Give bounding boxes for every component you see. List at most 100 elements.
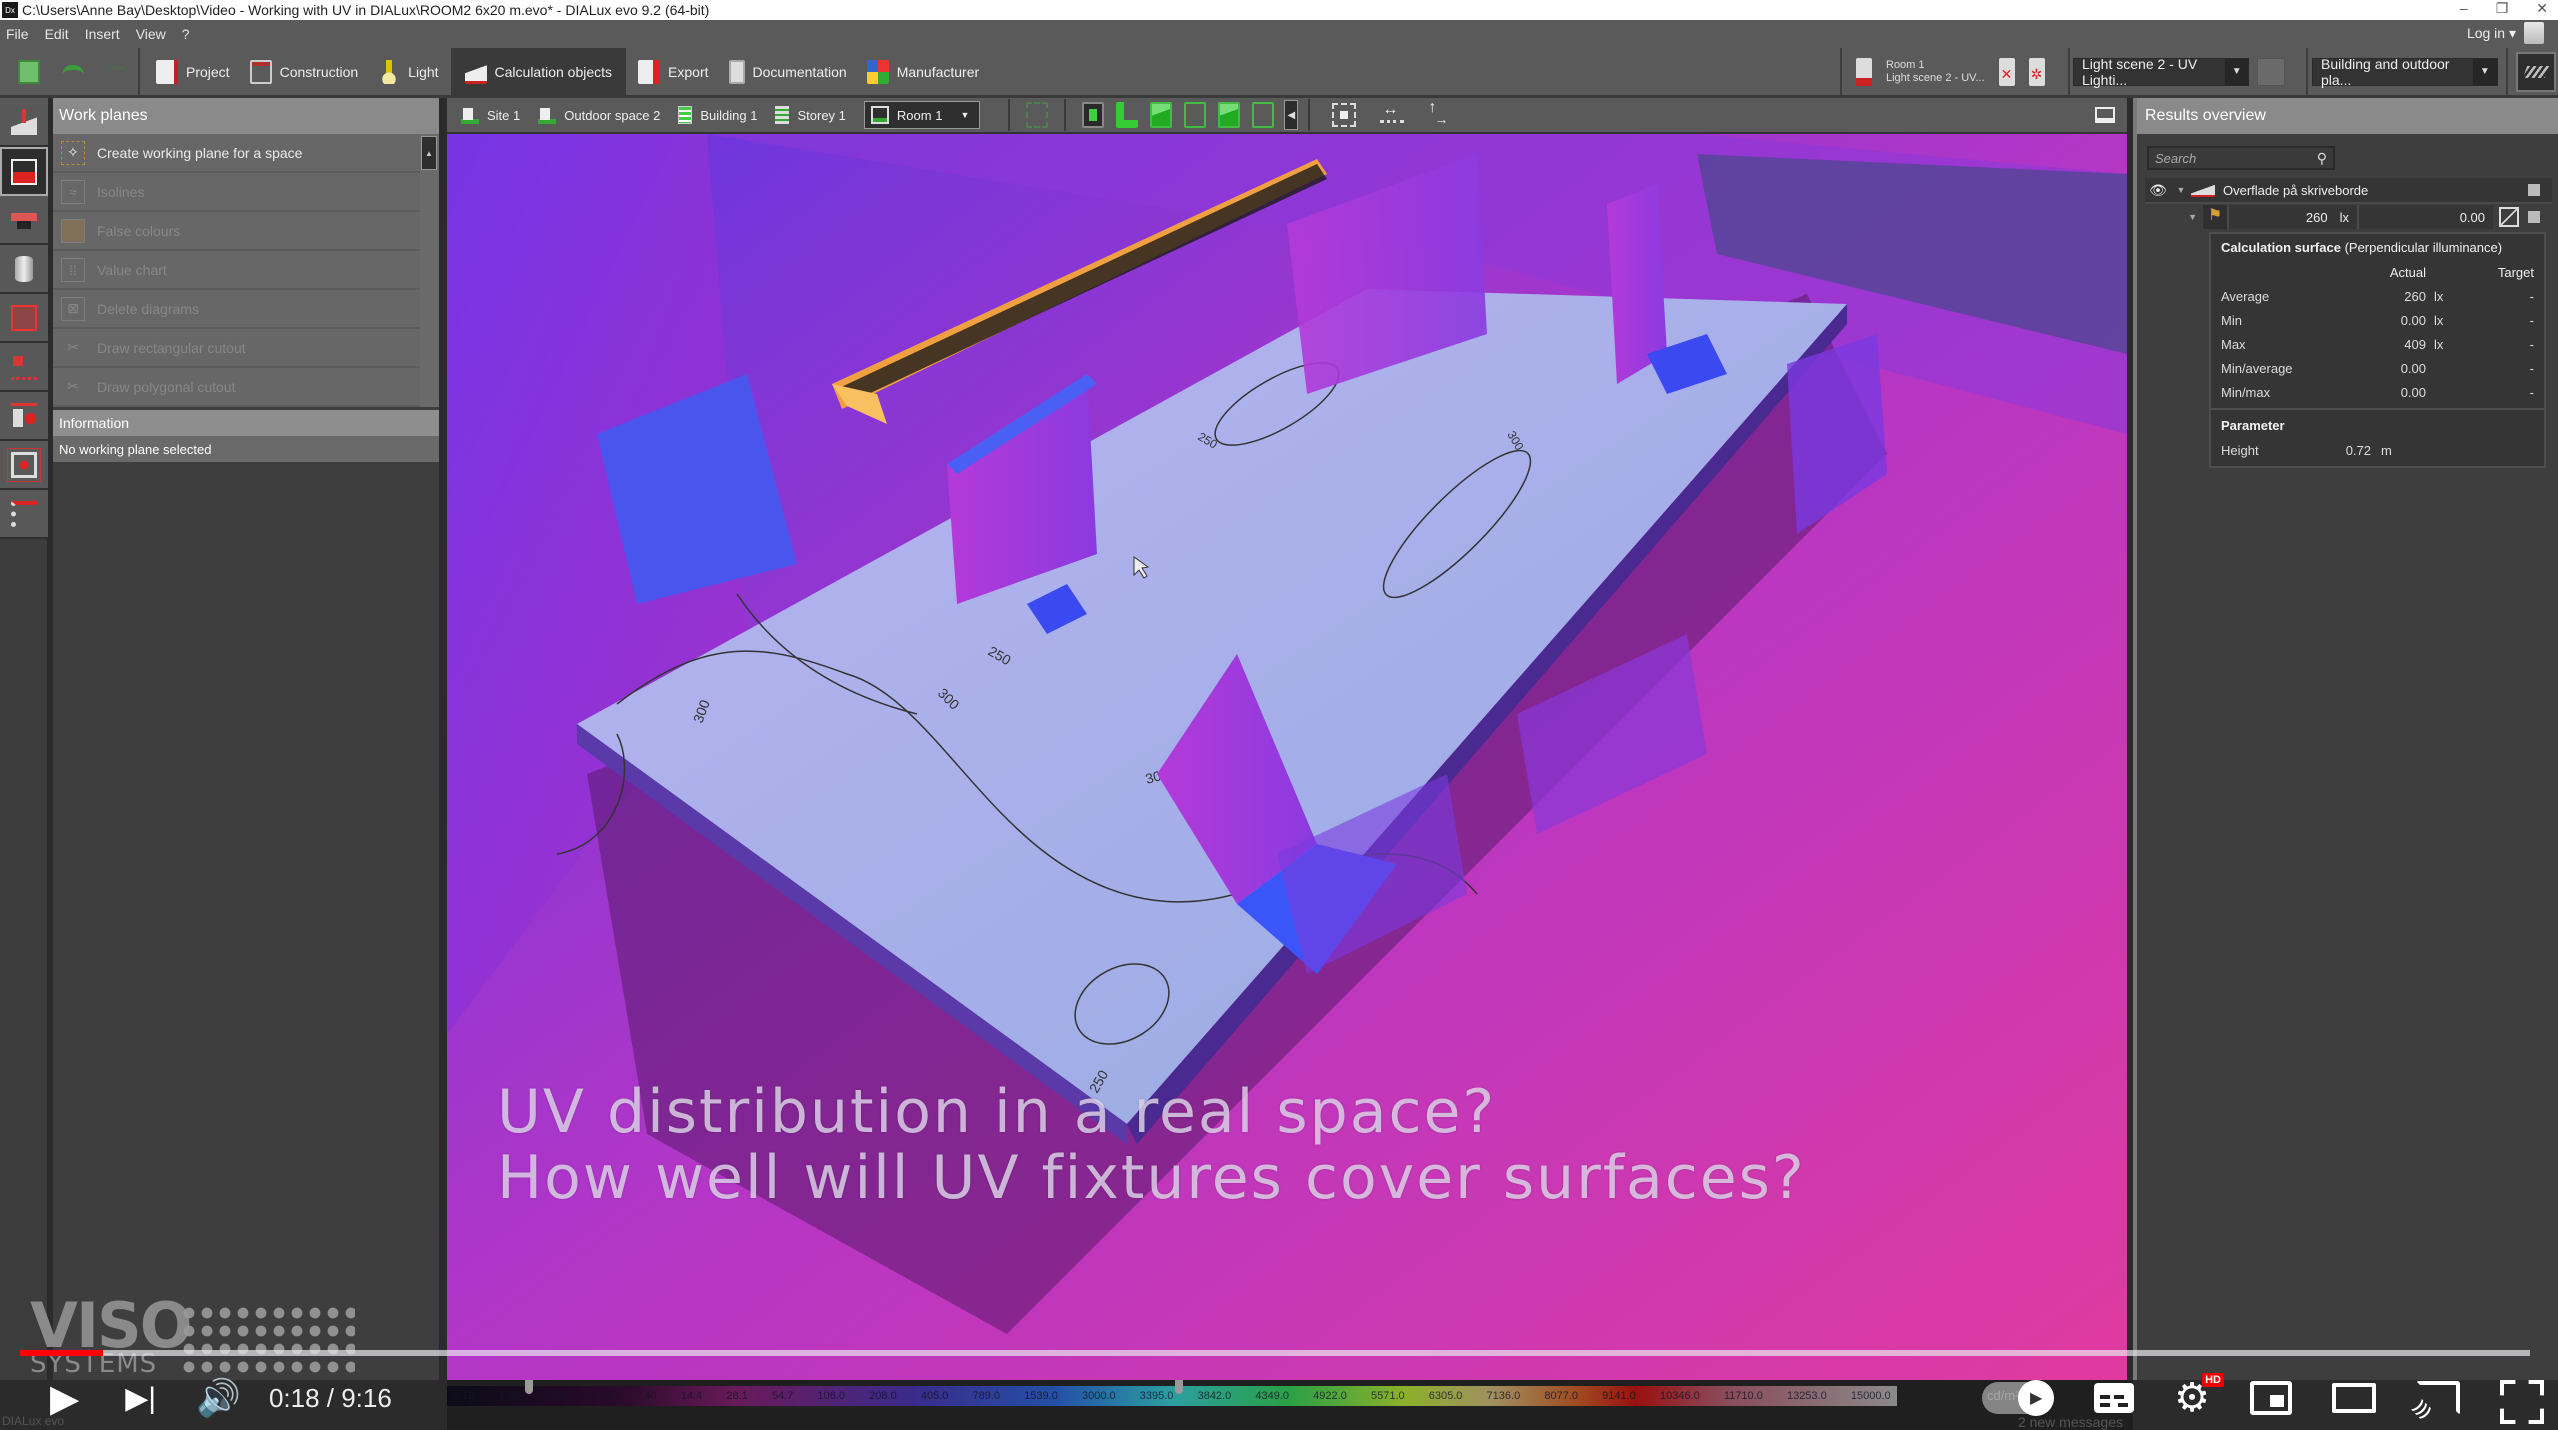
minimize-button[interactable]: – [2460, 0, 2468, 17]
view-3d-icon[interactable] [1082, 102, 1105, 128]
view-back-icon[interactable] [1252, 102, 1275, 128]
action-draw-rectangular-cutout[interactable]: ✂ Draw rectangular cutout [53, 329, 420, 368]
tab-project[interactable]: Project [148, 48, 238, 95]
display-mode-icon[interactable] [2095, 107, 2115, 123]
collapse-views-button[interactable]: ◀ [1284, 100, 1299, 130]
results-title: Results overview [2137, 98, 2558, 134]
breadcrumb-storey[interactable]: Storey 1 [775, 106, 846, 124]
play-icon[interactable]: ▶ [50, 1376, 79, 1421]
surface-row[interactable]: 👁 ▼ Overflade på skriveborde [2145, 178, 2552, 204]
project-icon [156, 59, 178, 84]
breadcrumb-building[interactable]: Building 1 [678, 106, 757, 124]
undo-icon[interactable] [62, 64, 84, 79]
outdoor-space-icon [538, 106, 557, 124]
volume-icon[interactable]: 🔊 [196, 1377, 241, 1419]
tab-calculation-objects[interactable]: Calculation objects [450, 48, 627, 95]
view-side-icon[interactable] [1218, 102, 1241, 128]
panel-title: Work planes [53, 98, 439, 134]
row-unit: lx [2434, 313, 2444, 328]
measure-distance-icon[interactable] [1380, 101, 1405, 123]
menu-file[interactable]: File [6, 26, 29, 42]
surface-checkbox[interactable] [2528, 184, 2540, 196]
row-label: Max [2221, 337, 2246, 352]
work-plane-icon [11, 108, 37, 135]
tab-light[interactable]: Light [370, 48, 446, 95]
scene-preview-button[interactable] [2257, 57, 2285, 86]
zoom-fit-icon[interactable] [1332, 103, 1357, 127]
rail-text-path[interactable] [0, 343, 48, 392]
view-select[interactable]: Building and outdoor pla... ▼ [2312, 56, 2498, 88]
play-scene-icon[interactable] [1856, 57, 1872, 86]
user-avatar-icon[interactable] [2524, 22, 2544, 44]
tab-documentation[interactable]: Documentation [721, 48, 855, 95]
rail-calculation-surface[interactable] [0, 147, 48, 196]
delete-scene-icon[interactable] [1998, 57, 2015, 86]
miniplayer-icon[interactable] [2250, 1381, 2292, 1415]
action-false-colours[interactable]: False colours [53, 212, 420, 251]
close-button[interactable]: ✕ [2536, 0, 2548, 17]
building-icon [678, 106, 693, 124]
expand-triangle-icon[interactable]: ▼ [2145, 212, 2203, 222]
results-search-input[interactable]: Search ⚲ [2147, 146, 2335, 170]
login-label[interactable]: Log in ▾ [2467, 25, 2516, 42]
tab-export[interactable]: Export [630, 48, 716, 95]
hd-badge: HD [2202, 1373, 2224, 1387]
action-delete-diagrams[interactable]: ⊠ Delete diagrams [53, 290, 420, 329]
action-draw-polygonal-cutout[interactable]: ✂ Draw polygonal cutout [53, 368, 420, 407]
panel-scrollbar[interactable]: ▲ [421, 136, 437, 170]
subtitles-icon[interactable] [2094, 1383, 2135, 1413]
rail-object-surface[interactable] [0, 196, 48, 245]
view-front-icon[interactable] [1150, 102, 1173, 128]
view-l-shape-icon[interactable] [1116, 102, 1139, 128]
visibility-eye-icon[interactable]: 👁 [2145, 182, 2171, 199]
manufacturer-icon [866, 59, 889, 84]
floor-plan-view-button[interactable] [2516, 51, 2556, 92]
menu-help[interactable]: ? [182, 26, 190, 42]
breadcrumb-outdoor-space[interactable]: Outdoor space 2 [538, 106, 660, 124]
login-menu[interactable]: Log in ▾ [2467, 22, 2544, 44]
surface-summary-row[interactable]: ▼ ⚑ 260 lx 0.00 [2145, 204, 2552, 230]
action-value-chart[interactable]: ⁞⁞ Value chart [53, 251, 420, 290]
video-progress-bar[interactable] [20, 1350, 2530, 1356]
action-isolines[interactable]: ≈ Isolines [53, 173, 420, 212]
scissors-icon: ✂ [67, 339, 79, 355]
restore-button[interactable]: ❐ [2496, 0, 2509, 17]
rail-escape-route[interactable] [0, 490, 48, 539]
isoline-toggle-icon[interactable] [2499, 207, 2519, 227]
summary-checkbox[interactable] [2528, 211, 2540, 223]
settings-gear-icon[interactable]: ⚙ HD [2174, 1373, 2224, 1421]
search-icon[interactable]: ⚲ [2317, 150, 2327, 167]
tab-construction[interactable]: Construction [242, 48, 367, 95]
rail-wall-point[interactable] [0, 392, 48, 441]
breadcrumb-site[interactable]: Site 1 [461, 106, 520, 124]
fullscreen-icon[interactable] [2500, 1380, 2536, 1416]
tab-manufacturer[interactable]: Manufacturer [859, 48, 987, 95]
save-icon[interactable] [18, 59, 40, 84]
coordinate-axis-icon[interactable] [1428, 99, 1452, 127]
storey-filter-icon[interactable] [1026, 102, 1049, 128]
information-text: No working plane selected [53, 436, 439, 462]
view-wireframe-icon[interactable] [1184, 102, 1207, 128]
cast-icon[interactable] [2416, 1381, 2460, 1415]
3d-viewport[interactable]: 250 300 250 300 300 250 250 300 [447, 134, 2127, 1380]
light-scene-select[interactable]: Light scene 2 - UV Lighti... ▼ [2073, 56, 2249, 88]
menu-view[interactable]: View [136, 26, 166, 42]
expand-triangle-icon[interactable]: ▼ [2171, 185, 2191, 195]
row-value: 0.00 [2400, 313, 2426, 328]
action-create-working-plane[interactable]: ✧ Create working plane for a space [53, 134, 420, 173]
next-video-icon[interactable]: ▶| [125, 1381, 156, 1416]
rail-work-planes[interactable] [0, 98, 48, 147]
menu-insert[interactable]: Insert [85, 26, 120, 42]
rail-room-surface[interactable] [0, 294, 48, 343]
autoplay-toggle[interactable]: ▶ [1982, 1380, 2055, 1416]
redo-icon[interactable] [106, 64, 128, 79]
rail-frame-point[interactable] [0, 441, 48, 490]
isolines-icon: ≈ [61, 179, 85, 204]
room-select[interactable]: Room 1 ▼ [863, 101, 981, 129]
theater-mode-icon[interactable] [2332, 1383, 2376, 1413]
rail-cylinder[interactable] [0, 245, 48, 294]
menu-edit[interactable]: Edit [45, 26, 69, 42]
construction-icon [249, 59, 272, 84]
scene-settings-icon[interactable] [2028, 57, 2045, 86]
row-label: Min/average [2221, 361, 2293, 376]
